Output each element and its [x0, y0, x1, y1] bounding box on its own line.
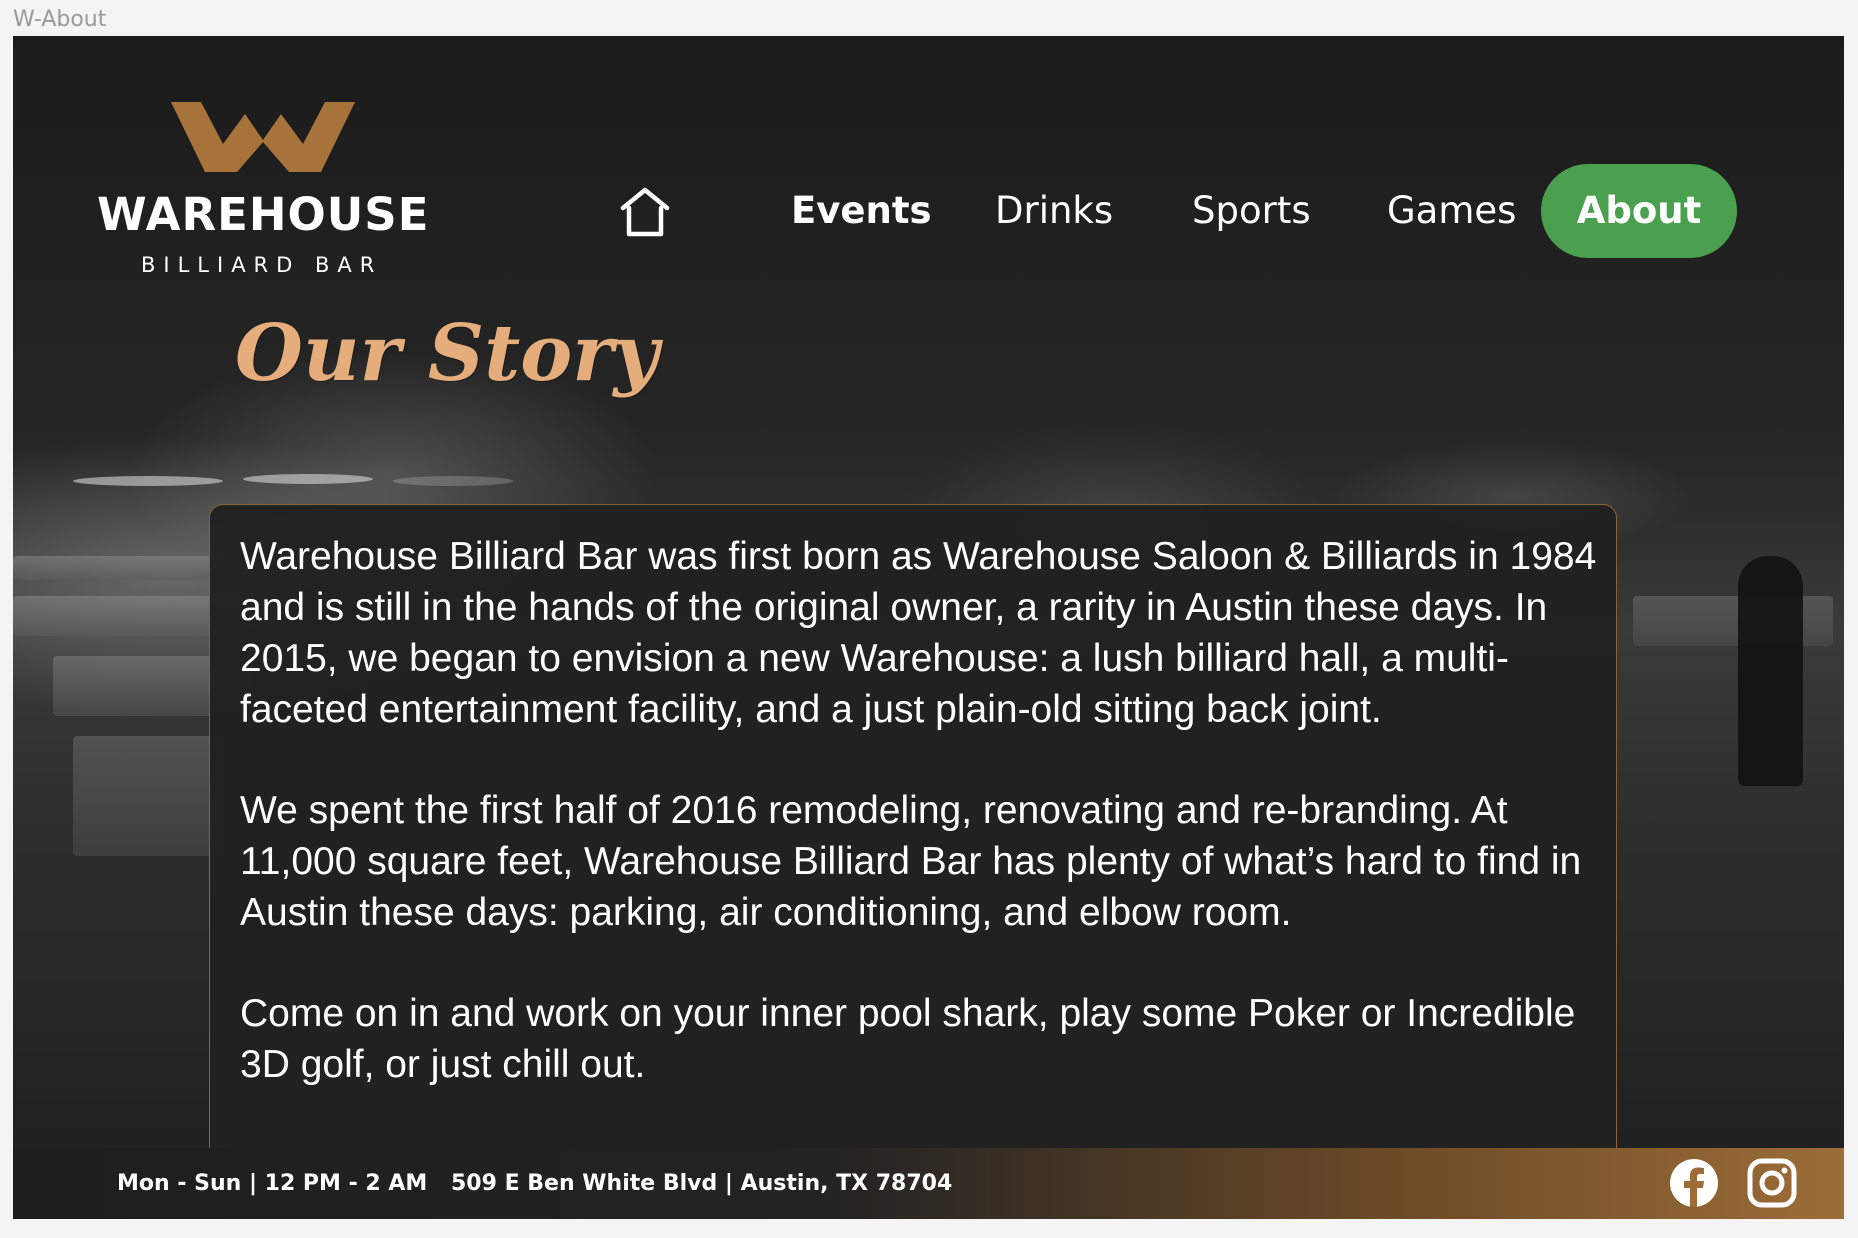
background-pool-table: [13, 556, 223, 580]
page-title: Our Story: [235, 308, 659, 399]
story-paragraph: We spent the first half of 2016 remodeli…: [240, 789, 1582, 934]
nav-item-games[interactable]: Games: [1387, 164, 1516, 258]
background-lamp: [393, 476, 513, 486]
story-paragraph: Come on in and work on your inner pool s…: [240, 992, 1576, 1086]
background-silhouette: [1738, 556, 1803, 786]
brand-tagline: BILLIARD BAR: [141, 253, 383, 277]
footer-address[interactable]: 509 E Ben White Blvd | Austin, TX 78704: [451, 1148, 952, 1219]
artboard-label: W-About: [13, 7, 107, 32]
brand-name: WAREHOUSE: [97, 188, 430, 241]
story-card: Warehouse Billiard Bar was first born as…: [209, 504, 1617, 1184]
instagram-icon[interactable]: [1747, 1158, 1797, 1208]
brand-logo[interactable]: WAREHOUSE BILLIARD BAR: [97, 100, 437, 277]
background-pool-table: [73, 736, 223, 856]
background-pool-table: [1633, 596, 1833, 646]
background-lamp: [73, 476, 223, 486]
story-paragraph: Warehouse Billiard Bar was first born as…: [240, 535, 1597, 731]
about-page: WAREHOUSE BILLIARD BAR Events Drinks Spo…: [13, 36, 1844, 1219]
facebook-icon[interactable]: [1669, 1158, 1719, 1208]
crown-icon: [171, 102, 355, 172]
home-icon[interactable]: [617, 184, 673, 240]
main-nav: Events Drinks Sports Games About: [617, 164, 1757, 258]
nav-item-about[interactable]: About: [1541, 164, 1737, 258]
background-lamp: [243, 474, 373, 484]
footer-hours: Mon - Sun | 12 PM - 2 AM: [117, 1171, 428, 1196]
footer: Mon - Sun | 12 PM - 2 AM 509 E Ben White…: [13, 1148, 1844, 1219]
nav-item-events[interactable]: Events: [791, 164, 932, 258]
nav-item-sports[interactable]: Sports: [1192, 164, 1311, 258]
nav-item-drinks[interactable]: Drinks: [995, 164, 1113, 258]
